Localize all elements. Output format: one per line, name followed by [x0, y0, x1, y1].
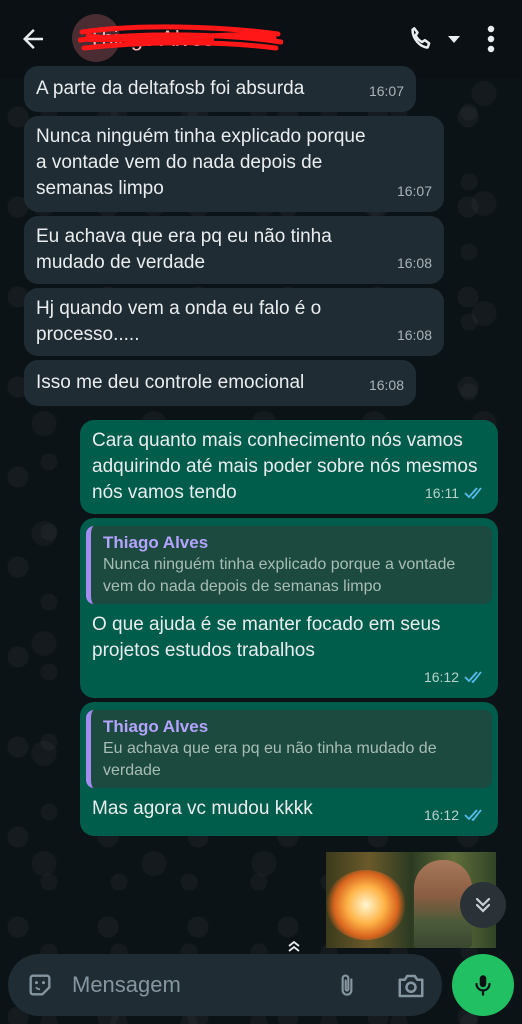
message-text: Nunca ninguém tinha explicado porque a v…: [36, 126, 366, 199]
caret-down-icon[interactable]: [446, 31, 462, 47]
voice-record-button[interactable]: [452, 954, 514, 1016]
quoted-message[interactable]: Thiago Alves Nunca ninguém tinha explica…: [86, 526, 492, 604]
message-time: 16:07: [396, 183, 432, 199]
explosion-graphic: [326, 870, 406, 940]
quoted-message[interactable]: Thiago Alves Eu achava que era pq eu não…: [86, 710, 492, 788]
back-arrow-icon[interactable]: [18, 24, 48, 54]
message-incoming[interactable]: A parte da deltafosb foi absurda 16:07: [24, 66, 416, 112]
redaction-scribble: [78, 24, 283, 51]
message-composer[interactable]: Mensagem: [8, 954, 442, 1016]
message-text: A parte da deltafosb foi absurda: [36, 78, 305, 99]
quote-author: Thiago Alves: [103, 533, 209, 552]
double-chevron-up-icon: [288, 940, 300, 952]
scroll-to-bottom-button[interactable]: [460, 882, 506, 928]
message-text: Eu achava que era pq eu não tinha mudado…: [36, 226, 332, 273]
message-time: 16:11: [425, 485, 459, 501]
message-meta: 16:11: [425, 480, 486, 506]
message-outgoing[interactable]: Cara quanto mais conhecimento nós vamos …: [80, 420, 498, 514]
quote-author: Thiago Alves: [103, 717, 209, 736]
quote-text: Eu achava que era pq eu não tinha mudado…: [103, 740, 437, 779]
message-time: 16:08: [396, 327, 432, 343]
sticker-icon[interactable]: [26, 971, 54, 999]
phone-icon[interactable]: [406, 24, 436, 54]
message-input[interactable]: Mensagem: [72, 972, 181, 998]
microphone-icon: [475, 975, 491, 996]
camera-icon[interactable]: [396, 972, 426, 1000]
message-time: 16:08: [368, 377, 404, 393]
message-text: Isso me deu controle emocional: [36, 372, 305, 393]
double-check-read-icon: [464, 809, 482, 821]
message-time: 16:12: [423, 807, 459, 823]
message-incoming[interactable]: Isso me deu controle emocional 16:08: [24, 360, 416, 406]
more-vertical-icon[interactable]: [480, 24, 502, 54]
double-chevron-down-icon: [475, 897, 491, 913]
message-time: 16:08: [396, 255, 432, 271]
message-time: 16:07: [368, 83, 404, 99]
message-outgoing[interactable]: Thiago Alves Eu achava que era pq eu não…: [80, 702, 498, 836]
message-incoming[interactable]: Nunca ninguém tinha explicado porque a v…: [24, 116, 444, 212]
message-time: 16:12: [423, 669, 459, 685]
message-incoming[interactable]: Hj quando vem a onda eu falo é o process…: [24, 288, 444, 356]
message-meta: 16:12: [424, 664, 486, 690]
message-meta: 16:12: [424, 802, 486, 828]
double-check-read-icon: [464, 671, 482, 683]
message-outgoing[interactable]: Thiago Alves Nunca ninguém tinha explica…: [80, 518, 498, 698]
double-check-read-icon: [464, 487, 482, 499]
message-text: O que ajuda é se manter focado em seus p…: [92, 614, 441, 661]
message-incoming[interactable]: Eu achava que era pq eu não tinha mudado…: [24, 216, 444, 284]
message-text: Hj quando vem a onda eu falo é o process…: [36, 298, 322, 345]
attachment-clip-icon[interactable]: [334, 971, 360, 1001]
quote-text: Nunca ninguém tinha explicado porque a v…: [103, 556, 456, 595]
